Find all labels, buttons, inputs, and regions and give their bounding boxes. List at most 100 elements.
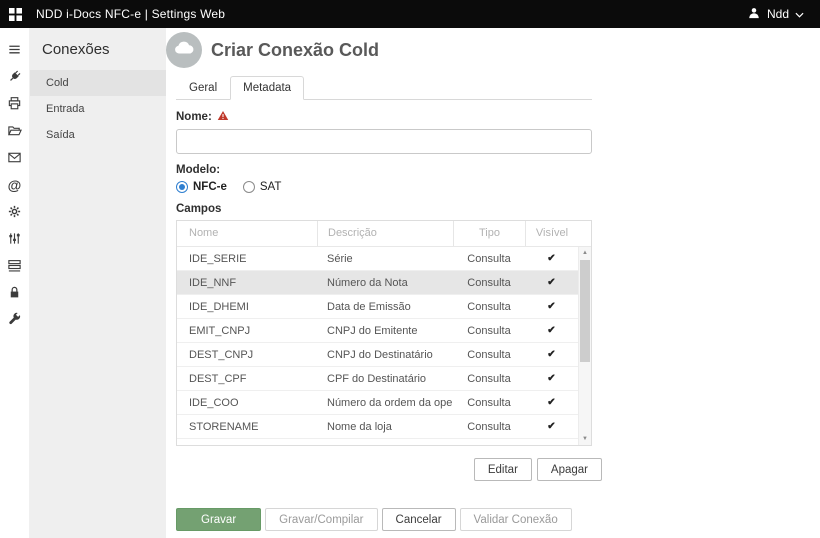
printer-icon[interactable]: [0, 90, 30, 117]
cell-descricao: Série: [317, 253, 453, 265]
cell-nome: DEST_CPF: [177, 373, 317, 385]
table-scrollbar[interactable]: ▲ ▼: [578, 247, 591, 445]
gravar-button[interactable]: Gravar: [176, 508, 261, 531]
table-body: IDE_SERIESérieConsulta✔IDE_NNFNúmero da …: [177, 247, 591, 439]
table-row[interactable]: DEST_CNPJCNPJ do DestinatárioConsulta✔: [177, 343, 591, 367]
table-row[interactable]: EMIT_CNPJCNPJ do EmitenteConsulta✔: [177, 319, 591, 343]
cloud-icon: [173, 40, 195, 60]
apps-grid-icon[interactable]: [0, 0, 30, 28]
cell-nome: IDE_NNF: [177, 277, 317, 289]
cell-descricao: Número da Nota: [317, 277, 453, 289]
main-header: Criar Conexão Cold: [166, 30, 820, 70]
footer-buttons: GravarGravar/CompilarCancelarValidar Con…: [176, 508, 572, 531]
radio-option-nfc-e[interactable]: NFC-e: [176, 181, 227, 193]
check-icon: ✔: [525, 373, 578, 384]
person-icon: [747, 6, 761, 23]
table-row[interactable]: DEST_CPFCPF do DestinatárioConsulta✔: [177, 367, 591, 391]
cell-descricao: CNPJ do Destinatário: [317, 349, 453, 361]
cell-descricao: CPF do Destinatário: [317, 373, 453, 385]
scroll-up-icon[interactable]: ▲: [579, 247, 591, 259]
sidebar-list: ColdEntradaSaída: [30, 70, 166, 148]
table-row[interactable]: IDE_COONúmero da ordem da operaç...Consu…: [177, 391, 591, 415]
sliders-icon[interactable]: [0, 225, 30, 252]
table-row[interactable]: IDE_DHEMIData de EmissãoConsulta✔: [177, 295, 591, 319]
table-header: NomeDescriçãoTipoVisível: [177, 221, 591, 247]
warning-icon: [217, 110, 229, 124]
apagar-button[interactable]: Apagar: [537, 458, 602, 481]
page-title: Criar Conexão Cold: [211, 40, 379, 61]
envelope-icon[interactable]: [0, 144, 30, 171]
cell-descricao: Data de Emissão: [317, 301, 453, 313]
column-header-tipo[interactable]: Tipo: [453, 221, 525, 246]
app-window: NDD i-Docs NFC-e | Settings Web Ndd @ Co…: [0, 0, 820, 538]
tab-metadata[interactable]: Metadata: [230, 76, 304, 100]
check-icon: ✔: [525, 349, 578, 360]
check-icon: ✔: [525, 397, 578, 408]
check-icon: ✔: [525, 301, 578, 312]
radio-icon[interactable]: [243, 181, 255, 193]
column-header-nome[interactable]: Nome: [177, 221, 317, 246]
table-row[interactable]: IDE_SERIESérieConsulta✔: [177, 247, 591, 271]
sidebar-item-entrada[interactable]: Entrada: [30, 96, 166, 122]
main-panel: Criar Conexão Cold GeralMetadata Nome: M…: [166, 28, 820, 538]
validar-conexao-button[interactable]: Validar Conexão: [460, 508, 572, 531]
cell-tipo: Consulta: [453, 253, 525, 265]
radio-option-sat[interactable]: SAT: [243, 181, 282, 193]
cell-nome: IDE_SERIE: [177, 253, 317, 265]
table-actions: EditarApagar: [176, 458, 602, 481]
radio-icon[interactable]: [176, 181, 188, 193]
app-title: NDD i-Docs NFC-e | Settings Web: [36, 7, 225, 21]
sidebar-title: Conexões: [30, 28, 166, 70]
cell-descricao: CNPJ do Emitente: [317, 325, 453, 337]
nome-label-row: Nome:: [176, 110, 820, 124]
sidebar-item-cold[interactable]: Cold: [30, 70, 166, 96]
cell-descricao: Nome da loja: [317, 421, 453, 433]
icon-sidebar: @: [0, 28, 30, 538]
sidebar-item-saida[interactable]: Saída: [30, 122, 166, 148]
check-icon: ✔: [525, 253, 578, 264]
folder-icon[interactable]: [0, 117, 30, 144]
check-icon: ✔: [525, 277, 578, 288]
connections-icon[interactable]: [0, 63, 30, 90]
gear-icon[interactable]: [0, 198, 30, 225]
cell-tipo: Consulta: [453, 301, 525, 313]
table-row[interactable]: STORENAMENome da lojaConsulta✔: [177, 415, 591, 439]
campos-label: Campos: [176, 203, 820, 215]
cell-tipo: Consulta: [453, 349, 525, 361]
scroll-down-icon[interactable]: ▼: [579, 433, 591, 445]
cancelar-button[interactable]: Cancelar: [382, 508, 456, 531]
radio-label: NFC-e: [193, 181, 227, 193]
modelo-radios: NFC-e SAT: [176, 181, 820, 193]
check-icon: ✔: [525, 325, 578, 336]
chevron-down-icon: [795, 7, 804, 21]
nome-input[interactable]: [176, 129, 592, 154]
lock-icon[interactable]: [0, 279, 30, 306]
cell-tipo: Consulta: [453, 373, 525, 385]
cell-nome: STORENAME: [177, 421, 317, 433]
cell-tipo: Consulta: [453, 325, 525, 337]
gravar-compilar-button[interactable]: Gravar/Compilar: [265, 508, 377, 531]
queue-icon[interactable]: [0, 252, 30, 279]
cell-nome: EMIT_CNPJ: [177, 325, 317, 337]
wrench-icon[interactable]: [0, 306, 30, 333]
sidebar: Conexões ColdEntradaSaída: [30, 28, 166, 538]
user-name: Ndd: [767, 7, 789, 21]
editar-button[interactable]: Editar: [474, 458, 532, 481]
scroll-thumb[interactable]: [580, 260, 590, 362]
radio-label: SAT: [260, 181, 282, 193]
cell-tipo: Consulta: [453, 397, 525, 409]
cell-descricao: Número da ordem da operaç...: [317, 397, 453, 409]
user-menu[interactable]: Ndd: [747, 6, 804, 23]
table-row[interactable]: IDE_NNFNúmero da NotaConsulta✔: [177, 271, 591, 295]
nome-label: Nome:: [176, 111, 212, 123]
at-icon[interactable]: @: [0, 171, 30, 198]
column-header-visivel[interactable]: Visível: [525, 221, 578, 246]
tabs: GeralMetadata: [176, 76, 592, 100]
column-header-descricao[interactable]: Descrição: [317, 221, 453, 246]
tab-geral[interactable]: Geral: [176, 76, 230, 100]
menu-icon[interactable]: [0, 36, 30, 63]
form-content: Nome: Modelo: NFC-eSAT Campos NomeDescri…: [166, 110, 820, 481]
topbar: NDD i-Docs NFC-e | Settings Web Ndd: [0, 0, 820, 28]
check-icon: ✔: [525, 421, 578, 432]
connection-avatar: [166, 32, 202, 68]
